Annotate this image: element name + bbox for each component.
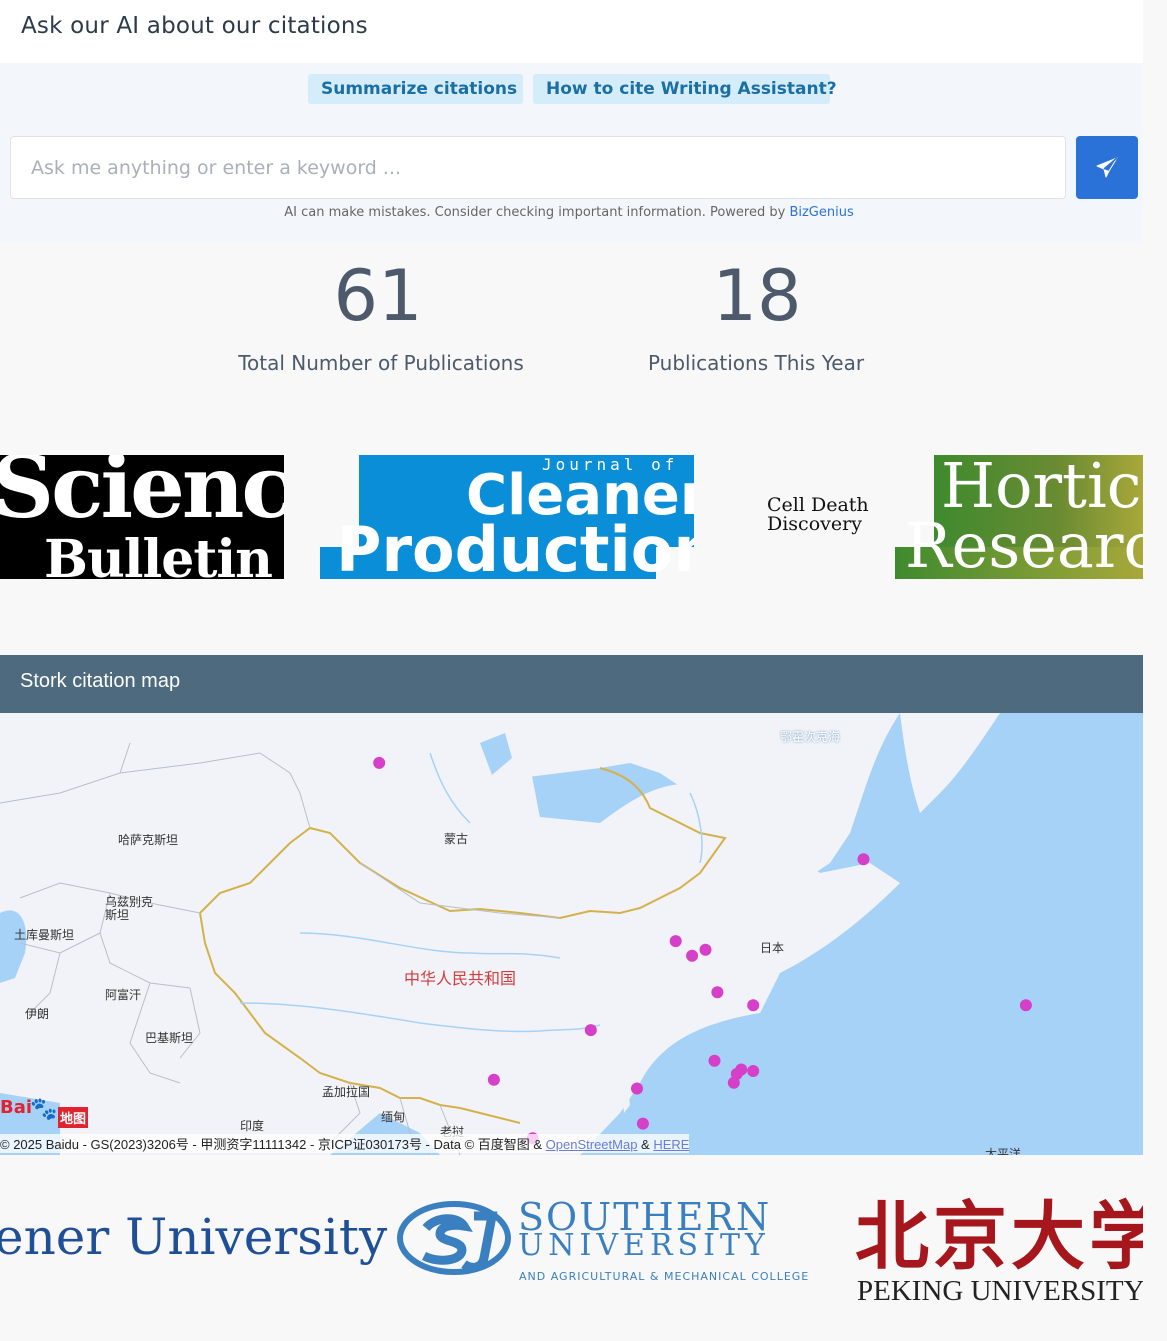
land-korea	[640, 913, 680, 988]
ai-disclaimer: AI can make mistakes. Consider checking …	[0, 205, 1138, 220]
map-label-india: 印度	[240, 1119, 265, 1133]
map-label-afghanistan: 阿富汗	[105, 988, 142, 1002]
map-label-mongolia: 蒙古	[444, 832, 469, 846]
citation-map[interactable]: 鄂霍次克海 哈萨克斯坦 蒙古 乌兹别克 斯坦 土库曼斯坦 中华人民共和国 阿富汗…	[0, 713, 1143, 1155]
cell-death-discovery-logo[interactable]: Cell Death Discovery	[767, 496, 877, 540]
citation-marker[interactable]	[636, 1117, 649, 1130]
total-publications-value: 61	[333, 255, 423, 337]
wiener-university-logo[interactable]: ener University	[0, 1208, 387, 1266]
baidu-logo-text: Bai	[0, 1097, 33, 1118]
send-button[interactable]	[1076, 136, 1138, 199]
southern-university-emblem-icon	[397, 1201, 511, 1275]
journal-of-cleaner-production-logo[interactable]: Journal of Cleaner Production	[320, 455, 694, 579]
citation-marker[interactable]	[730, 1067, 743, 1080]
land-hokkaido	[785, 869, 816, 903]
logo-text: Production	[336, 513, 694, 579]
map-label-turkmenistan: 土库曼斯坦	[14, 928, 75, 942]
citation-marker[interactable]	[708, 1054, 721, 1067]
logo-text: Discovery	[767, 513, 862, 535]
horticulture-research-logo[interactable]: Horticu Researc	[895, 455, 1143, 579]
summarize-citations-chip[interactable]: Summarize citations	[308, 74, 523, 104]
ai-search-input[interactable]	[11, 137, 1065, 198]
map-label-bangladesh: 孟加拉国	[322, 1085, 371, 1099]
attribution-amp: &	[637, 1137, 654, 1152]
logo-text: Researc	[905, 509, 1143, 579]
map-label-okhotsk: 鄂霍次克海	[780, 730, 841, 744]
logo-text: Science	[0, 455, 284, 538]
science-bulletin-logo[interactable]: Science Bulletin	[0, 455, 284, 579]
disclaimer-text: AI can make mistakes. Consider checking …	[284, 205, 790, 220]
how-to-cite-chip[interactable]: How to cite Writing Assistant?	[533, 74, 837, 104]
map-label-uzbekistan: 乌兹别克 斯坦	[105, 895, 154, 922]
citation-marker[interactable]	[1019, 999, 1032, 1012]
southern-name-line2: UNIVERSITY	[518, 1228, 770, 1263]
baidu-map-logo[interactable]: Bai 🐾 地图	[0, 1097, 96, 1131]
ai-search-box[interactable]	[10, 136, 1066, 199]
map-label-japan: 日本	[760, 941, 785, 955]
map-label-china: 中华人民共和国	[404, 969, 517, 988]
citation-marker[interactable]	[584, 1024, 597, 1037]
map-label-iran: 伊朗	[25, 1007, 50, 1021]
logo-text: Bulletin	[44, 529, 273, 579]
map-canvas	[0, 713, 1143, 1155]
peking-university-chinese-name: 北京大学	[855, 1194, 1143, 1280]
bizgenius-link[interactable]: BizGenius	[789, 205, 853, 220]
citation-marker[interactable]	[373, 756, 386, 769]
southern-university-logo[interactable]: SOUTHERN UNIVERSITY AND AGRICULTURAL & M…	[396, 1195, 808, 1288]
map-label-myanmar: 缅甸	[381, 1110, 406, 1124]
publications-this-year-value: 18	[712, 255, 802, 337]
ai-section-title: Ask our AI about our citations	[21, 13, 368, 39]
citation-marker[interactable]	[631, 1082, 643, 1095]
openstreetmap-link[interactable]: OpenStreetMap	[546, 1137, 638, 1152]
map-attribution: © 2025 Baidu - GS(2023)3206号 - 甲测资字11111…	[0, 1134, 690, 1153]
page: Ask our AI about our citations Summarize…	[0, 0, 1143, 1341]
southern-name-line3: AND AGRICULTURAL & MECHANICAL COLLEGE	[519, 1270, 810, 1283]
map-label-pakistan: 巴基斯坦	[145, 1031, 194, 1045]
peking-university-logo[interactable]: 北京大学 PEKING UNIVERSITY	[855, 1175, 1143, 1315]
attribution-text: © 2025 Baidu - GS(2023)3206号 - 甲测资字11111…	[0, 1137, 546, 1152]
citation-marker[interactable]	[686, 949, 699, 962]
paper-plane-icon	[1096, 157, 1118, 178]
citation-marker[interactable]	[857, 853, 870, 866]
citation-marker[interactable]	[699, 943, 712, 956]
peking-university-english-name: PEKING UNIVERSITY	[857, 1275, 1143, 1307]
total-publications-label: Total Number of Publications	[238, 351, 524, 375]
citation-marker[interactable]	[711, 986, 724, 999]
map-label-kazakhstan: 哈萨克斯坦	[118, 833, 179, 847]
citation-marker[interactable]	[747, 1065, 760, 1077]
map-title: Stork citation map	[20, 670, 181, 692]
citation-marker[interactable]	[487, 1073, 500, 1086]
here-link[interactable]: HERE	[653, 1137, 689, 1152]
map-label-pacific: 太平洋	[985, 1147, 1022, 1155]
baidu-logo-badge: 地图	[58, 1107, 89, 1128]
citation-marker[interactable]	[747, 999, 760, 1012]
map-header: Stork citation map	[0, 655, 1143, 713]
paw-icon: 🐾	[30, 1097, 58, 1122]
ai-header: Ask our AI about our citations	[0, 0, 1143, 63]
publications-this-year-label: Publications This Year	[647, 351, 865, 375]
citation-marker[interactable]	[669, 935, 682, 948]
